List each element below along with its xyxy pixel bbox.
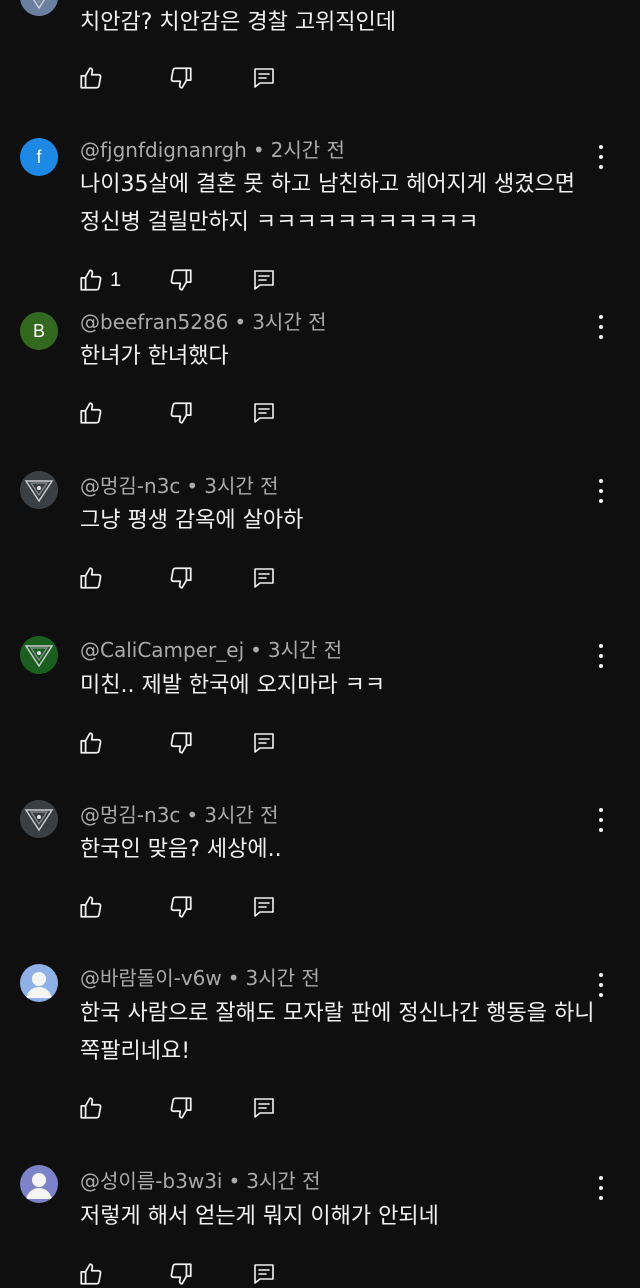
comment-meta: @성이름-b3w3i • 3시간 전 [80,1169,321,1193]
comment-meta: @멍김-n3c • 3시간 전 [80,474,279,498]
like-button[interactable] [78,564,104,592]
meta-separator: • [186,474,199,498]
comment-text: 미친.. 제발 한국에 오지마라 ㅋㅋ [80,673,386,698]
reply-comment-icon [252,66,276,90]
thumbs-up-icon [78,730,104,756]
thumbs-down-icon [168,267,194,293]
author-handle[interactable]: @CaliCamper_ej [80,638,244,662]
thumbs-down-icon [168,400,194,426]
comment-timestamp[interactable]: 3시간 전 [252,310,326,334]
reply-button[interactable] [252,729,276,757]
reply-button[interactable] [252,399,276,427]
avatar-letter: f [36,146,42,167]
reply-button[interactable] [252,64,276,92]
thumbs-up-icon [78,565,104,591]
comment-timestamp[interactable]: 3시간 전 [204,474,278,498]
author-handle[interactable]: @성이름-b3w3i [80,1169,222,1193]
author-avatar[interactable]: f [20,138,58,176]
author-handle[interactable]: @바람돌이-v6w [80,966,222,990]
like-button[interactable] [78,1094,104,1122]
meta-separator: • [250,638,262,662]
dislike-button[interactable] [168,893,194,921]
reply-button[interactable] [252,1260,276,1288]
thumbs-down-icon [168,1095,194,1121]
meta-separator: • [227,966,240,990]
thumbs-up-icon [78,400,104,426]
comment-timestamp[interactable]: 3시간 전 [246,966,320,990]
thumbs-down-icon [168,565,194,591]
reply-comment-icon [252,401,276,425]
thumbs-up-icon [78,1261,104,1287]
thumbs-up-icon [78,894,104,920]
dislike-button[interactable] [168,399,194,427]
reply-comment-icon [252,1262,276,1286]
thumbs-up-icon [78,1095,104,1121]
reply-comment-icon [252,1096,276,1120]
author-avatar[interactable]: B [20,312,58,350]
meta-separator: • [234,310,247,334]
dislike-button[interactable] [168,64,194,92]
like-button[interactable] [78,1260,104,1288]
comment-text: 치안감? 치안감은 경찰 고위직인데 [80,10,397,35]
comment-text: 나이35살에 결혼 못 하고 남친하고 헤어지게 생겼으면 정신병 걸릴만하지 … [80,172,575,235]
like-button[interactable] [78,729,104,757]
comment-meta: @beefran5286 • 3시간 전 [80,310,327,334]
meta-separator: • [228,1169,241,1193]
like-button[interactable] [78,893,104,921]
comment-meta: @fjgnfdignanrgh • 2시간 전 [80,138,345,162]
comment-meta: @CaliCamper_ej • 3시간 전 [80,638,342,662]
thumbs-down-icon [168,1261,194,1287]
comment-timestamp[interactable]: 2시간 전 [271,138,345,162]
author-avatar[interactable] [20,1165,58,1203]
comment-timestamp[interactable]: 3시간 전 [246,1169,320,1193]
author-avatar[interactable] [20,800,58,838]
reply-comment-icon [252,566,276,590]
thumbs-up-icon [78,267,104,293]
dislike-button[interactable] [168,729,194,757]
author-handle[interactable]: @멍김-n3c [80,803,180,827]
reply-comment-icon [252,895,276,919]
author-handle[interactable]: @fjgnfdignanrgh [80,138,247,162]
dislike-button[interactable] [168,564,194,592]
reply-button[interactable] [252,266,276,294]
thumbs-down-icon [168,730,194,756]
author-handle[interactable]: @beefran5286 [80,310,228,334]
avatar-letter: B [32,320,45,341]
meta-separator: • [252,138,265,162]
comment-text: 한국 사람으로 잘해도 모자랄 판에 정신나간 행동을 하니 쪽팔리네요! [80,1001,595,1064]
meta-separator: • [186,803,199,827]
reply-button[interactable] [252,1094,276,1122]
author-avatar[interactable] [20,964,58,1002]
author-avatar[interactable] [20,471,58,509]
author-handle[interactable]: @멍김-n3c [80,474,180,498]
author-avatar[interactable] [20,636,58,674]
dislike-button[interactable] [168,1094,194,1122]
comment-timestamp[interactable]: 3시간 전 [268,638,342,662]
like-button[interactable] [78,64,104,92]
thumbs-down-icon [168,894,194,920]
comment-text: 한녀가 한녀했다 [80,344,229,369]
thumbs-up-icon [78,65,104,91]
comment-text: 저렇게 해서 얻는게 뭐지 이해가 안되네 [80,1204,439,1229]
comment-meta: @멍김-n3c • 3시간 전 [80,803,279,827]
reply-button[interactable] [252,564,276,592]
like-button[interactable] [78,399,104,427]
comment-meta: @바람돌이-v6w • 3시간 전 [80,966,320,990]
reply-comment-icon [252,731,276,755]
thumbs-down-icon [168,65,194,91]
dislike-button[interactable] [168,1260,194,1288]
comment-timestamp[interactable]: 3시간 전 [204,803,278,827]
dislike-button[interactable] [168,266,194,294]
author-avatar[interactable] [20,0,58,16]
comment-text: 한국인 맞음? 세상에.. [80,837,282,862]
reply-button[interactable] [252,893,276,921]
reply-comment-icon [252,268,276,292]
like-button[interactable]: 1 [78,266,121,294]
comment-text: 그냥 평생 감옥에 살아하 [80,508,304,533]
like-count: 1 [110,268,122,291]
